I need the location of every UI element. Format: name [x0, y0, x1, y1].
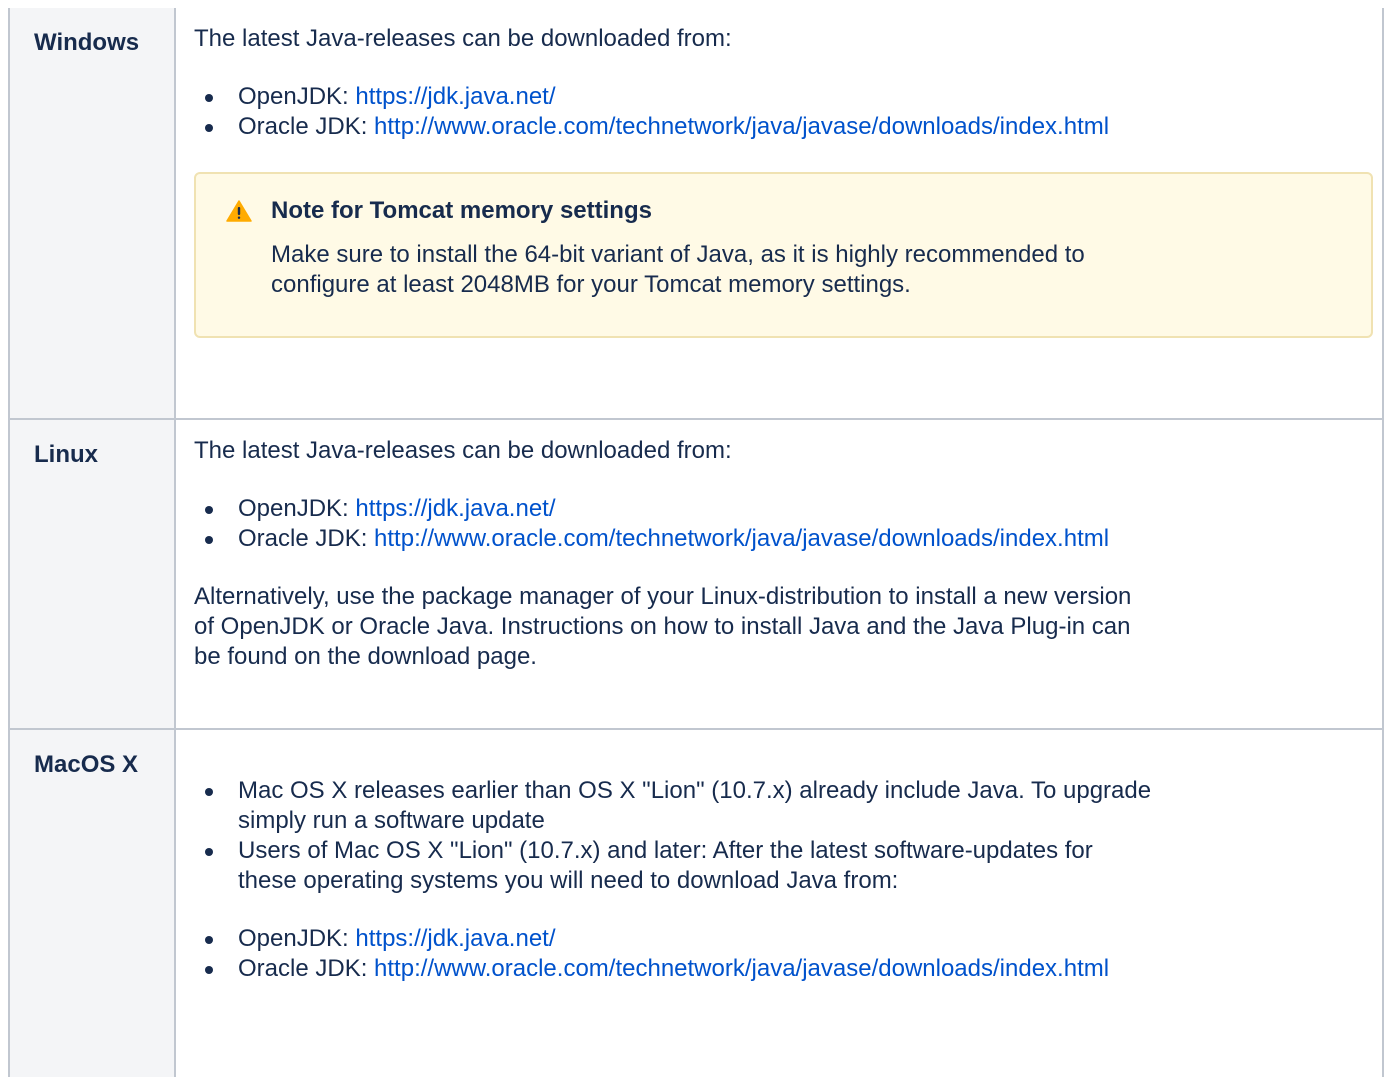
macos-notes-list: Mac OS X releases earlier than OS X "Lio…	[194, 776, 1370, 896]
paragraph-line: of OpenJDK or Oracle Java. Instructions …	[194, 613, 1131, 640]
note-panel: Note for Tomcat memory settings Make sur…	[194, 172, 1373, 338]
row-content-macos: Mac OS X releases earlier than OS X "Lio…	[174, 728, 1384, 1077]
list-item-openjdk: OpenJDK: https://jdk.java.net/	[194, 924, 1370, 954]
linux-package-manager-paragraph: Alternatively, use the package manager o…	[194, 582, 1370, 672]
list-item-openjdk: OpenJDK: https://jdk.java.net/	[194, 494, 1370, 524]
row-header-macos: MacOS X	[8, 728, 176, 1077]
bullet-icon	[205, 936, 213, 944]
link-prefix: Oracle JDK:	[238, 113, 375, 140]
table-row-linux: Linux The latest Java-releases can be do…	[8, 418, 1384, 730]
link-prefix: OpenJDK:	[238, 925, 356, 952]
row-header-linux: Linux	[8, 418, 176, 730]
list-item-oraclejdk: Oracle JDK: http://www.oracle.com/techne…	[194, 524, 1370, 554]
download-links-list: OpenJDK: https://jdk.java.net/ Oracle JD…	[194, 924, 1370, 984]
bullet-icon	[205, 94, 213, 102]
bullet-icon	[205, 124, 213, 132]
intro-text: The latest Java-releases can be download…	[194, 25, 732, 52]
warning-icon	[226, 199, 252, 223]
bullet-icon	[205, 788, 213, 796]
bullet-icon	[205, 506, 213, 514]
list-item-oraclejdk: Oracle JDK: http://www.oracle.com/techne…	[194, 954, 1370, 984]
bullet-icon	[205, 966, 213, 974]
oracle-jdk-link[interactable]: http://www.oracle.com/technetwork/java/j…	[374, 955, 1109, 982]
download-links-list: OpenJDK: https://jdk.java.net/ Oracle JD…	[194, 82, 1370, 142]
list-item-line: Users of Mac OS X "Lion" (10.7.x) and la…	[238, 837, 1093, 864]
java-downloads-table: Windows The latest Java-releases can be …	[8, 8, 1384, 1077]
table-row-macos: MacOS X Mac OS X releases earlier than O…	[8, 728, 1384, 1077]
list-item-openjdk: OpenJDK: https://jdk.java.net/	[194, 82, 1370, 112]
paragraph-line: Alternatively, use the package manager o…	[194, 583, 1132, 610]
link-prefix: Oracle JDK:	[238, 525, 375, 552]
openjdk-link[interactable]: https://jdk.java.net/	[355, 925, 555, 952]
openjdk-link[interactable]: https://jdk.java.net/	[355, 83, 555, 110]
row-content-windows: The latest Java-releases can be download…	[174, 8, 1384, 420]
intro-text: The latest Java-releases can be download…	[194, 437, 732, 464]
link-prefix: OpenJDK:	[238, 83, 356, 110]
row-content-linux: The latest Java-releases can be download…	[174, 418, 1384, 730]
note-title-row: Note for Tomcat memory settings	[226, 196, 1347, 226]
openjdk-link[interactable]: https://jdk.java.net/	[355, 495, 555, 522]
list-item-line: Mac OS X releases earlier than OS X "Lio…	[238, 777, 1152, 804]
note-text-line: configure at least 2048MB for your Tomca…	[271, 271, 911, 298]
list-item: Users of Mac OS X "Lion" (10.7.x) and la…	[194, 836, 1370, 896]
list-item-oraclejdk: Oracle JDK: http://www.oracle.com/techne…	[194, 112, 1370, 142]
row-header-windows: Windows	[8, 8, 176, 420]
download-links-list: OpenJDK: https://jdk.java.net/ Oracle JD…	[194, 494, 1370, 554]
oracle-jdk-link[interactable]: http://www.oracle.com/technetwork/java/j…	[374, 525, 1109, 552]
oracle-jdk-link[interactable]: http://www.oracle.com/technetwork/java/j…	[374, 113, 1109, 140]
list-item-line: these operating systems you will need to…	[238, 867, 899, 894]
note-title: Note for Tomcat memory settings	[271, 197, 652, 224]
table-row-windows: Windows The latest Java-releases can be …	[8, 8, 1384, 420]
bullet-icon	[205, 536, 213, 544]
list-item-line: simply run a software update	[238, 807, 545, 834]
bullet-icon	[205, 848, 213, 856]
link-prefix: OpenJDK:	[238, 495, 356, 522]
note-text-line: Make sure to install the 64-bit variant …	[271, 241, 1085, 268]
list-item: Mac OS X releases earlier than OS X "Lio…	[194, 776, 1370, 836]
paragraph-line: be found on the download page.	[194, 643, 537, 670]
note-text: Make sure to install the 64-bit variant …	[271, 240, 1347, 300]
link-prefix: Oracle JDK:	[238, 955, 375, 982]
